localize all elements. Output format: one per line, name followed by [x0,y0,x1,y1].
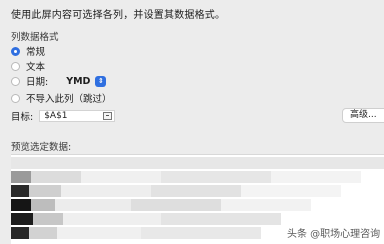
preview-label: 预览选定数据: [11,142,72,153]
chevron-updown-icon[interactable]: ⇕ [95,75,107,87]
radio-text[interactable]: 文本 [11,59,45,73]
preview-row [11,157,384,169]
date-format-select[interactable]: YMD ⇕ [66,75,107,87]
watermark: 头条 @职场心理咨询 [287,229,381,240]
preview-row [11,171,361,183]
radio-button-selected[interactable] [11,46,20,56]
radio-label: 日期: [26,77,49,88]
radio-button[interactable] [11,76,20,86]
radio-button[interactable] [11,93,20,103]
preview-row [11,227,261,239]
range-picker-icon[interactable] [103,112,113,120]
date-format-value: YMD [66,75,91,87]
radio-general[interactable]: 常规 [11,44,45,58]
radio-label: 不导入此列（跳过） [26,94,112,105]
target-label: 目标: [11,112,34,123]
target-value: $A$1 [44,111,68,121]
text-import-wizard: 使用此屏内容可选择各列，并设置其数据格式。 列数据格式 常规 文本 日期: YM… [0,0,384,244]
radio-label: 常规 [26,47,46,58]
preview-row [11,185,341,197]
preview-row [11,199,311,211]
preview-row [11,213,281,225]
instruction-text: 使用此屏内容可选择各列，并设置其数据格式。 [11,10,226,21]
radio-date[interactable]: 日期: YMD ⇕ [11,74,107,88]
advanced-button[interactable]: 高级... [342,108,384,123]
target-row: 目标: $A$1 [11,109,116,123]
radio-button[interactable] [11,61,20,71]
target-input[interactable]: $A$1 [39,110,116,122]
radio-skip-column[interactable]: 不导入此列（跳过） [11,91,112,105]
radio-label: 文本 [26,62,46,73]
column-format-title: 列数据格式 [11,32,59,43]
